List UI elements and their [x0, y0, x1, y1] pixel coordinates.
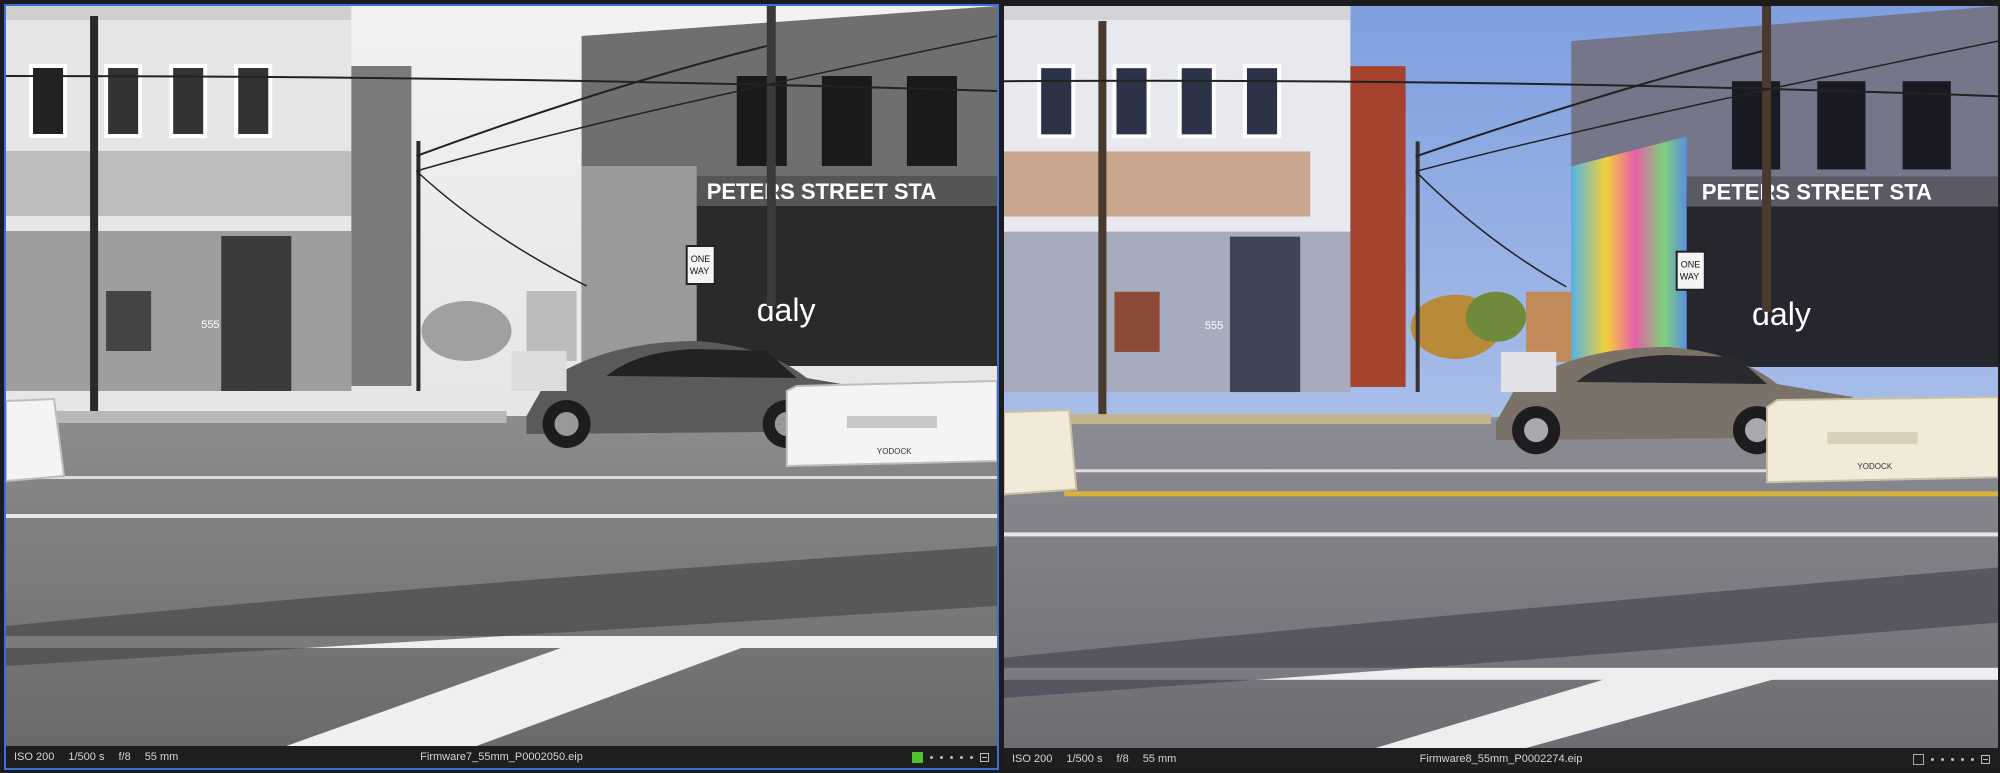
address-number: 555	[1205, 320, 1223, 332]
one-way-sign-bottom: WAY	[690, 266, 710, 276]
rating-dot-icon[interactable]	[960, 755, 963, 759]
rating-dot-icon[interactable]	[970, 755, 973, 759]
filename: Firmware7_55mm_P0002050.eip	[420, 751, 583, 763]
rating-dot-icon[interactable]	[1931, 757, 1934, 761]
building-sign: PETERS STREET STA	[1702, 180, 1932, 205]
rating-dot-icon[interactable]	[1961, 757, 1964, 761]
address-number: 555	[201, 319, 219, 331]
rating-dot-icon[interactable]	[1941, 757, 1944, 761]
store-logo: daly	[1752, 296, 1811, 332]
barrier-brand: YODOCK	[1857, 462, 1892, 471]
filename: Firmware8_55mm_P0002274.eip	[1419, 753, 1583, 765]
rating-dot-icon[interactable]	[950, 755, 953, 759]
color-label-green[interactable]	[912, 751, 923, 763]
image-viewer-right[interactable]: 555 PETERS STREET STA daly ONE WAY YODOC…	[1004, 6, 1998, 770]
info-bar-right: ISO 200 1/500 s f/8 55 mm Firmware8_55mm…	[1004, 748, 1998, 770]
photo-left[interactable]: 555 PETERS STREET STA daly ONE WAY YODOC…	[6, 6, 997, 746]
one-way-sign-top: ONE	[1681, 260, 1701, 270]
rating-dot-icon[interactable]	[940, 755, 943, 759]
rating-tools	[1913, 748, 1990, 770]
street-photo-mono: 555 PETERS STREET STA daly ONE WAY YODOC…	[6, 6, 997, 746]
info-bar-left: ISO 200 1/500 s f/8 55 mm Firmware7_55mm…	[6, 746, 997, 768]
rating-dot-icon[interactable]	[930, 755, 933, 759]
rating-tools	[912, 746, 989, 768]
color-label-none[interactable]	[1913, 753, 1924, 765]
flag-icon[interactable]	[980, 752, 989, 762]
building-sign: PETERS STREET STA	[707, 179, 937, 204]
store-logo: daly	[757, 292, 816, 328]
rating-dot-icon[interactable]	[1971, 757, 1974, 761]
rating-dot-icon[interactable]	[1951, 757, 1954, 761]
flag-icon[interactable]	[1981, 754, 1990, 764]
image-viewer-left[interactable]: 555 PETERS STREET STA daly ONE WAY YODOC…	[4, 4, 999, 770]
street-photo-color: 555 PETERS STREET STA daly ONE WAY YODOC…	[1004, 6, 1998, 748]
barrier-brand: YODOCK	[877, 447, 912, 456]
photo-right[interactable]: 555 PETERS STREET STA daly ONE WAY YODOC…	[1004, 6, 1998, 748]
one-way-sign-top: ONE	[691, 254, 711, 264]
one-way-sign-bottom: WAY	[1680, 272, 1700, 282]
